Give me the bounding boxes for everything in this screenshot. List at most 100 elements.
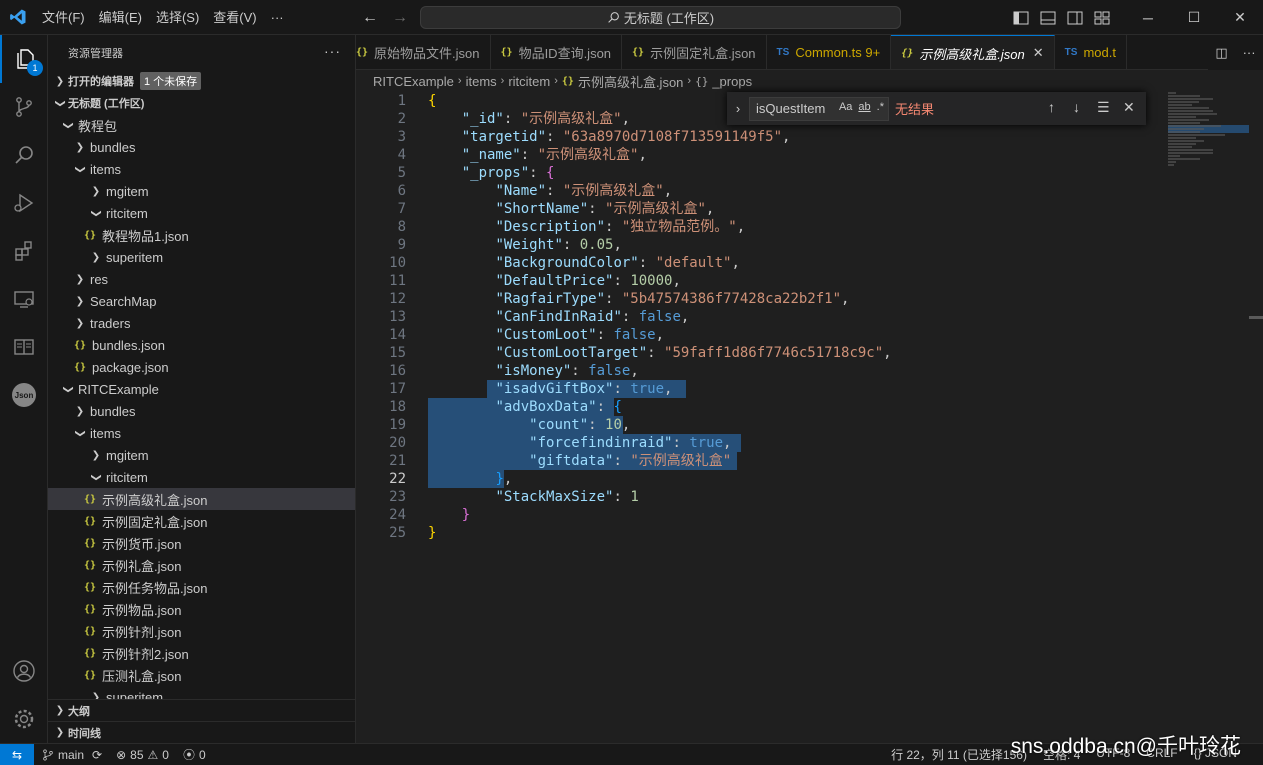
tree-file-item[interactable]: {} package.json <box>48 356 355 378</box>
back-arrow-icon[interactable]: ← <box>362 9 378 27</box>
open-editors-section[interactable]: ❯ 打开的编辑器 1 个未保存 <box>48 70 355 92</box>
editor-tab[interactable]: {} 示例高级礼盒.json ✕ <box>891 35 1055 69</box>
match-whole-word-icon[interactable]: ab <box>858 101 870 113</box>
search-activity[interactable] <box>0 131 48 179</box>
accounts-activity[interactable] <box>0 647 48 695</box>
line-number: 13 <box>389 309 406 325</box>
editor-tab[interactable]: {} 示例固定礼盒.json <box>622 35 767 69</box>
run-debug-activity[interactable] <box>0 179 48 227</box>
tree-file-item[interactable]: {} 示例物品.json <box>48 598 355 620</box>
tree-file-item[interactable]: {} bundles.json <box>48 334 355 356</box>
tree-file-item[interactable]: {} 示例固定礼盒.json <box>48 510 355 532</box>
editor-scrollbar[interactable] <box>1249 92 1263 743</box>
breadcrumb-item[interactable]: ritcitem <box>508 74 550 89</box>
book-activity[interactable] <box>0 323 48 371</box>
menu-edit[interactable]: 编辑(E) <box>92 0 149 35</box>
next-match-icon[interactable]: ↓ <box>1073 99 1080 115</box>
find-in-selection-icon[interactable]: ☰ <box>1097 99 1110 116</box>
menu-more[interactable]: ··· <box>264 0 291 35</box>
tree-folder-item[interactable]: ❯ traders <box>48 312 355 334</box>
breadcrumb-item[interactable]: RITCExample <box>373 74 454 89</box>
tree-folder-item[interactable]: ❯ 教程包 <box>48 114 355 136</box>
workspace-section[interactable]: ❯ 无标题 (工作区) <box>48 92 355 114</box>
minimize-button[interactable]: ─ <box>1125 0 1171 35</box>
previous-match-icon[interactable]: ↑ <box>1048 99 1055 115</box>
source-control-activity[interactable] <box>0 83 48 131</box>
remote-explorer-activity[interactable] <box>0 275 48 323</box>
editor-tab[interactable]: {} 物品ID查询.json <box>491 35 623 69</box>
tree-file-item[interactable]: {} 示例针剂.json <box>48 620 355 642</box>
cursor-position[interactable]: 行 22，列 11 (已选择156) <box>891 746 1027 763</box>
tab-label: mod.t <box>1083 45 1116 60</box>
split-editor-icon[interactable]: ◫ <box>1215 45 1227 61</box>
line-number: 14 <box>389 327 406 343</box>
more-actions-icon[interactable]: ··· <box>1243 45 1256 60</box>
maximize-button[interactable]: ☐ <box>1171 0 1217 35</box>
tree-folder-item[interactable]: ❯ mgitem <box>48 180 355 202</box>
breadcrumb-item[interactable]: _props <box>712 74 752 89</box>
toggle-sidebar-icon[interactable] <box>1007 11 1034 25</box>
find-input[interactable]: isQuestItem Aa ab .* <box>749 96 889 121</box>
minimap-line <box>1168 146 1193 148</box>
chevron-right-icon: ❯ <box>75 405 85 417</box>
ports-status[interactable]: ⦿ 0 <box>183 746 206 763</box>
toggle-secondary-sidebar-icon[interactable] <box>1061 11 1088 25</box>
close-window-button[interactable]: ✕ <box>1217 0 1263 35</box>
tree-file-item[interactable]: {} 示例针剂2.json <box>48 642 355 664</box>
branch-status[interactable]: main ⟳ <box>42 748 102 762</box>
menu-view[interactable]: 查看(V) <box>206 0 263 35</box>
tree-file-item[interactable]: {} 示例任务物品.json <box>48 576 355 598</box>
tree-folder-item[interactable]: ❯ ritcitem <box>48 466 355 488</box>
json-activity[interactable]: Json <box>0 371 48 419</box>
forward-arrow-icon[interactable]: → <box>392 9 408 27</box>
close-icon[interactable]: ✕ <box>1123 99 1135 116</box>
tree-folder-item[interactable]: ❯ SearchMap <box>48 290 355 312</box>
command-center-search[interactable]: 无标题 (工作区) <box>420 6 901 29</box>
explorer-activity[interactable]: 1 <box>0 35 48 83</box>
tree-folder-item[interactable]: ❯ RITCExample <box>48 378 355 400</box>
minimap[interactable] <box>1168 92 1249 166</box>
breadcrumb-item[interactable]: items <box>466 74 497 89</box>
close-icon[interactable]: ✕ <box>1033 45 1044 61</box>
tree-folder-item[interactable]: ❯ ritcitem <box>48 202 355 224</box>
tree-file-item[interactable]: {} 压测礼盒.json <box>48 664 355 686</box>
tree-file-item[interactable]: {} 示例货币.json <box>48 532 355 554</box>
match-case-icon[interactable]: Aa <box>839 101 852 113</box>
tree-item-label: package.json <box>92 359 169 375</box>
tree-folder-item[interactable]: ❯ bundles <box>48 136 355 158</box>
manage-activity[interactable] <box>0 695 48 743</box>
minimap-line <box>1168 95 1201 97</box>
tree-folder-item[interactable]: ❯ items <box>48 158 355 180</box>
menu-file[interactable]: 文件(F) <box>35 0 92 35</box>
remote-indicator-icon[interactable]: ⇆ <box>0 743 34 765</box>
more-actions-icon[interactable]: ··· <box>324 43 341 59</box>
extensions-activity[interactable] <box>0 227 48 275</box>
editor-tab[interactable]: {} 原始物品文件.json <box>356 35 491 69</box>
sync-icon[interactable]: ⟳ <box>92 748 102 762</box>
code-line: "Name": "示例高级礼盒", <box>495 183 673 199</box>
code-editor[interactable]: 1 2 3 4 5 6 7 8 9 10 11 12 13 14 15 16 17 18 19 20 21 22 23 24 2… <box>356 92 1263 743</box>
find-result-status: 无结果 <box>895 102 935 117</box>
tree-folder-item[interactable]: ❯ items <box>48 422 355 444</box>
tree-folder-item[interactable]: ❯ mgitem <box>48 444 355 466</box>
tree-folder-item[interactable]: ❯ superitem <box>48 246 355 268</box>
code-line: "_name": "示例高级礼盒", <box>461 147 647 163</box>
timeline-section[interactable]: ❯ 时间线 <box>48 721 355 743</box>
customize-layout-icon[interactable] <box>1088 11 1115 25</box>
outline-section[interactable]: ❯ 大纲 <box>48 699 355 721</box>
tree-file-item[interactable]: {} 示例高级礼盒.json <box>48 488 355 510</box>
tree-file-item[interactable]: {} 教程物品1.json <box>48 224 355 246</box>
tree-folder-item[interactable]: ❯ bundles <box>48 400 355 422</box>
breadcrumb-item[interactable]: 示例高级礼盒.json <box>578 72 683 91</box>
menu-selection[interactable]: 选择(S) <box>149 0 206 35</box>
problems-status[interactable]: ⊗ 85 ⚠ 0 <box>116 748 169 762</box>
tree-file-item[interactable]: {} 示例礼盒.json <box>48 554 355 576</box>
tree-folder-item[interactable]: ❯ res <box>48 268 355 290</box>
use-regex-icon[interactable]: .* <box>877 101 884 113</box>
warning-count: 0 <box>162 747 169 762</box>
editor-tab[interactable]: TS Common.ts 9+ <box>767 35 892 69</box>
editor-tab[interactable]: TS mod.t <box>1055 35 1127 69</box>
toggle-replace-chevron-icon[interactable]: › <box>727 101 749 116</box>
toggle-panel-icon[interactable] <box>1034 11 1061 25</box>
line-number: 8 <box>397 219 406 235</box>
